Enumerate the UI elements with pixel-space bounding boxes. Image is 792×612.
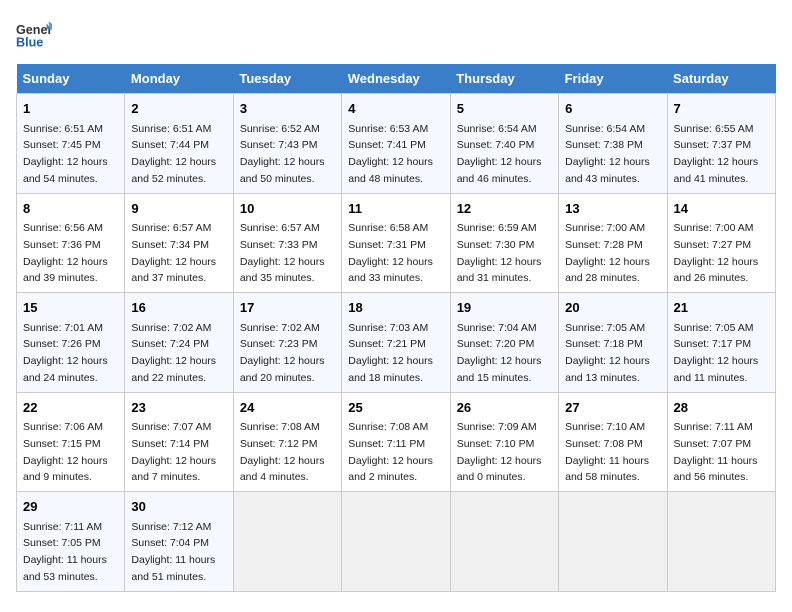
- weekday-header-friday: Friday: [559, 64, 667, 94]
- calendar-cell: 6Sunrise: 6:54 AMSunset: 7:38 PMDaylight…: [559, 94, 667, 194]
- logo: General Blue: [16, 16, 56, 52]
- calendar-cell: 15Sunrise: 7:01 AMSunset: 7:26 PMDayligh…: [17, 293, 125, 393]
- page-header: General Blue: [16, 16, 776, 52]
- calendar-cell: 1Sunrise: 6:51 AMSunset: 7:45 PMDaylight…: [17, 94, 125, 194]
- calendar-cell: 8Sunrise: 6:56 AMSunset: 7:36 PMDaylight…: [17, 193, 125, 293]
- calendar-cell: 3Sunrise: 6:52 AMSunset: 7:43 PMDaylight…: [233, 94, 341, 194]
- calendar-cell: 24Sunrise: 7:08 AMSunset: 7:12 PMDayligh…: [233, 392, 341, 492]
- calendar-week-4: 29Sunrise: 7:11 AMSunset: 7:05 PMDayligh…: [17, 492, 776, 592]
- calendar-week-2: 15Sunrise: 7:01 AMSunset: 7:26 PMDayligh…: [17, 293, 776, 393]
- logo-icon: General Blue: [16, 16, 52, 52]
- calendar-cell: 17Sunrise: 7:02 AMSunset: 7:23 PMDayligh…: [233, 293, 341, 393]
- calendar-cell: 18Sunrise: 7:03 AMSunset: 7:21 PMDayligh…: [342, 293, 450, 393]
- calendar-cell: 28Sunrise: 7:11 AMSunset: 7:07 PMDayligh…: [667, 392, 775, 492]
- calendar-cell: 20Sunrise: 7:05 AMSunset: 7:18 PMDayligh…: [559, 293, 667, 393]
- calendar-cell: 11Sunrise: 6:58 AMSunset: 7:31 PMDayligh…: [342, 193, 450, 293]
- calendar-cell: 21Sunrise: 7:05 AMSunset: 7:17 PMDayligh…: [667, 293, 775, 393]
- calendar-cell: 9Sunrise: 6:57 AMSunset: 7:34 PMDaylight…: [125, 193, 233, 293]
- calendar-cell: 13Sunrise: 7:00 AMSunset: 7:28 PMDayligh…: [559, 193, 667, 293]
- calendar-cell: 30Sunrise: 7:12 AMSunset: 7:04 PMDayligh…: [125, 492, 233, 592]
- weekday-header-sunday: Sunday: [17, 64, 125, 94]
- weekday-header-wednesday: Wednesday: [342, 64, 450, 94]
- calendar-week-0: 1Sunrise: 6:51 AMSunset: 7:45 PMDaylight…: [17, 94, 776, 194]
- calendar-cell: 23Sunrise: 7:07 AMSunset: 7:14 PMDayligh…: [125, 392, 233, 492]
- calendar-cell: [667, 492, 775, 592]
- calendar-week-1: 8Sunrise: 6:56 AMSunset: 7:36 PMDaylight…: [17, 193, 776, 293]
- calendar-cell: 27Sunrise: 7:10 AMSunset: 7:08 PMDayligh…: [559, 392, 667, 492]
- calendar-cell: 26Sunrise: 7:09 AMSunset: 7:10 PMDayligh…: [450, 392, 558, 492]
- calendar-cell: 29Sunrise: 7:11 AMSunset: 7:05 PMDayligh…: [17, 492, 125, 592]
- weekday-header-thursday: Thursday: [450, 64, 558, 94]
- weekday-header-monday: Monday: [125, 64, 233, 94]
- calendar-cell: 22Sunrise: 7:06 AMSunset: 7:15 PMDayligh…: [17, 392, 125, 492]
- calendar-cell: 16Sunrise: 7:02 AMSunset: 7:24 PMDayligh…: [125, 293, 233, 393]
- calendar-cell: 19Sunrise: 7:04 AMSunset: 7:20 PMDayligh…: [450, 293, 558, 393]
- calendar-cell: 12Sunrise: 6:59 AMSunset: 7:30 PMDayligh…: [450, 193, 558, 293]
- svg-text:Blue: Blue: [16, 36, 43, 50]
- calendar-cell: [342, 492, 450, 592]
- calendar-cell: 5Sunrise: 6:54 AMSunset: 7:40 PMDaylight…: [450, 94, 558, 194]
- calendar-cell: [559, 492, 667, 592]
- calendar-cell: 7Sunrise: 6:55 AMSunset: 7:37 PMDaylight…: [667, 94, 775, 194]
- calendar-cell: 14Sunrise: 7:00 AMSunset: 7:27 PMDayligh…: [667, 193, 775, 293]
- weekday-header-tuesday: Tuesday: [233, 64, 341, 94]
- calendar-cell: 2Sunrise: 6:51 AMSunset: 7:44 PMDaylight…: [125, 94, 233, 194]
- calendar-table: SundayMondayTuesdayWednesdayThursdayFrid…: [16, 64, 776, 592]
- calendar-cell: 10Sunrise: 6:57 AMSunset: 7:33 PMDayligh…: [233, 193, 341, 293]
- calendar-cell: [450, 492, 558, 592]
- calendar-cell: [233, 492, 341, 592]
- calendar-week-3: 22Sunrise: 7:06 AMSunset: 7:15 PMDayligh…: [17, 392, 776, 492]
- calendar-cell: 4Sunrise: 6:53 AMSunset: 7:41 PMDaylight…: [342, 94, 450, 194]
- calendar-cell: 25Sunrise: 7:08 AMSunset: 7:11 PMDayligh…: [342, 392, 450, 492]
- weekday-header-saturday: Saturday: [667, 64, 775, 94]
